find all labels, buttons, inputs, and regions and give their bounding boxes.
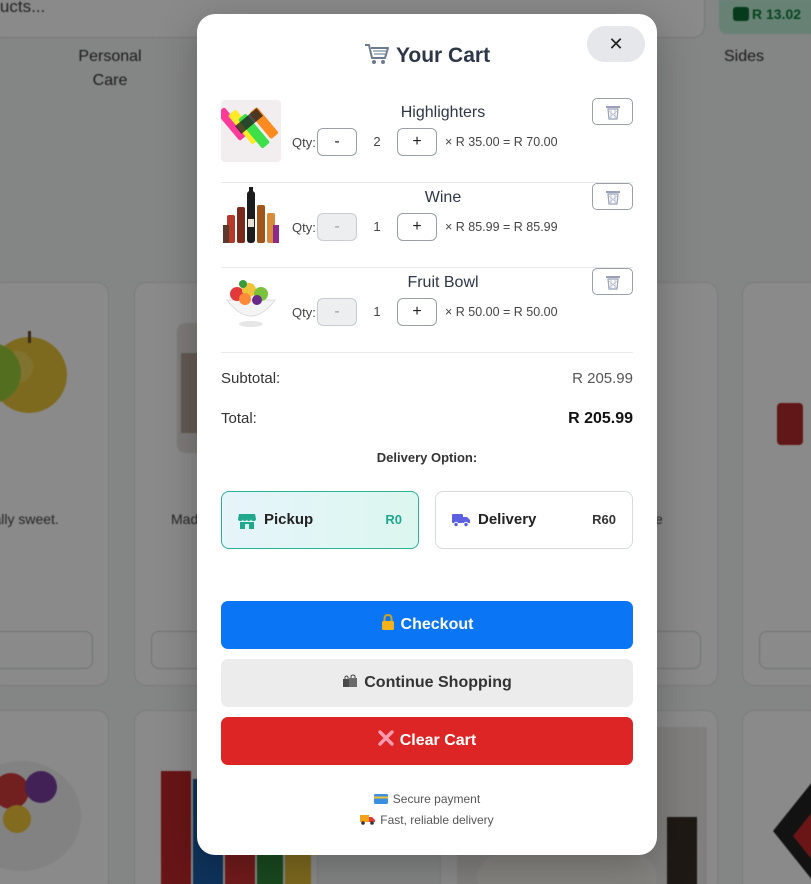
decrease-qty-button[interactable]: -	[317, 128, 357, 156]
qty-label: Qty:	[292, 305, 316, 320]
item-name: Fruit Bowl	[407, 274, 479, 291]
total-label: Total:	[221, 410, 257, 427]
close-button[interactable]: ✕	[587, 26, 645, 62]
pickup-price: R0	[385, 512, 402, 527]
continue-shopping-label: Continue Shopping	[364, 674, 512, 691]
delivery-label: Delivery	[478, 511, 537, 528]
cart-item: Fruit Bowl Qty: - 1 + × R 50.00 = R 50.0…	[221, 268, 633, 353]
total-row: Total: R 205.99	[221, 410, 633, 427]
cross-mark-icon	[378, 730, 394, 746]
credit-card-icon	[373, 794, 388, 804]
cart-modal: Your Cart ✕ Highlighters Qty: - 2 + × R …	[197, 14, 657, 855]
qty-label: Qty:	[292, 220, 316, 235]
trash-icon	[606, 106, 620, 120]
remove-item-button[interactable]	[592, 268, 633, 295]
remove-item-button[interactable]	[592, 98, 633, 125]
line-total: × R 35.00 = R 70.00	[445, 135, 558, 149]
item-name: Highlighters	[400, 104, 486, 121]
increase-qty-button[interactable]: +	[397, 298, 437, 326]
qty-label: Qty:	[292, 135, 316, 150]
shopping-cart-icon	[364, 44, 389, 64]
remove-item-button[interactable]	[592, 183, 633, 210]
item-name: Wine	[424, 189, 462, 206]
decrease-qty-button[interactable]: -	[317, 213, 357, 241]
checkout-label: Checkout	[400, 616, 474, 633]
trash-icon	[606, 276, 620, 290]
delivery-option-label: Delivery Option:	[376, 450, 478, 465]
delivery-price: R60	[592, 512, 616, 527]
subtotal-label: Subtotal:	[221, 370, 281, 387]
decrease-qty-button[interactable]: -	[317, 298, 357, 326]
fruit-bowl-image	[221, 270, 281, 332]
pickup-label: Pickup	[264, 511, 314, 528]
lock-icon	[381, 614, 394, 630]
cart-item: Highlighters Qty: - 2 + × R 35.00 = R 70…	[221, 98, 633, 183]
delivery-option[interactable]: Delivery R60	[435, 491, 633, 549]
line-total: × R 50.00 = R 50.00	[445, 305, 558, 319]
subtotal-value: R 205.99	[572, 370, 633, 387]
secure-payment-note: Secure payment	[197, 792, 657, 806]
cart-item: Wine Qty: - 1 + × R 85.99 = R 85.99	[221, 183, 633, 268]
fast-delivery-note: Fast, reliable delivery	[197, 813, 657, 827]
cart-title-text: Your Cart	[395, 44, 491, 67]
highlighters-image	[221, 100, 281, 162]
wine-image	[221, 185, 281, 247]
fast-delivery-text: Fast, reliable delivery	[380, 813, 494, 827]
subtotal-row: Subtotal: R 205.99	[221, 370, 633, 387]
qty-value: 2	[373, 134, 381, 149]
qty-value: 1	[373, 304, 381, 319]
delivery-truck-icon	[360, 815, 376, 825]
qty-value: 1	[373, 219, 381, 234]
pickup-option[interactable]: Pickup R0	[221, 491, 419, 549]
truck-icon	[452, 514, 470, 527]
clear-cart-label: Clear Cart	[399, 732, 477, 749]
increase-qty-button[interactable]: +	[397, 213, 437, 241]
store-icon	[238, 514, 256, 529]
continue-shopping-button[interactable]: Continue Shopping	[221, 659, 633, 707]
shopping-bags-icon	[343, 674, 358, 687]
trash-icon	[606, 191, 620, 205]
increase-qty-button[interactable]: +	[397, 128, 437, 156]
total-value: R 205.99	[568, 410, 633, 427]
secure-payment-text: Secure payment	[392, 792, 481, 806]
line-total: × R 85.99 = R 85.99	[445, 220, 558, 234]
clear-cart-button[interactable]: Clear Cart	[221, 717, 633, 765]
checkout-button[interactable]: Checkout	[221, 601, 633, 649]
